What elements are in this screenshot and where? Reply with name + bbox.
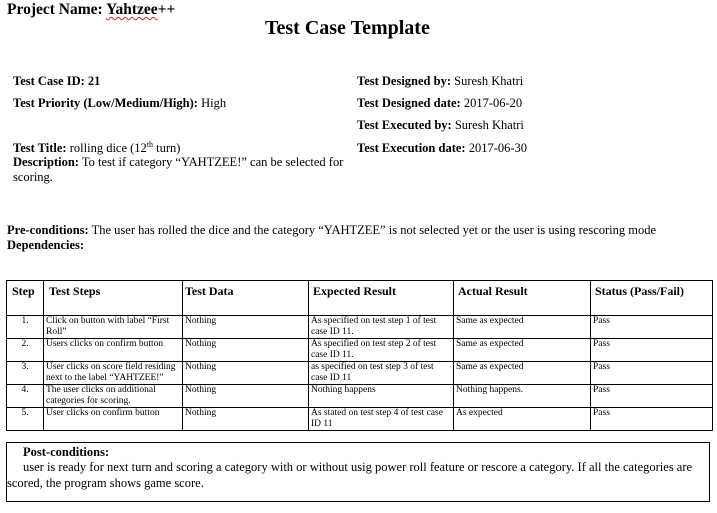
step-action: User clicks on confirm button [43, 407, 183, 431]
execution-date-value: 2017-06-30 [468, 141, 528, 155]
test-priority-value: High [201, 96, 227, 110]
postconditions-label: Post-conditions: [23, 445, 110, 459]
test-title-label: Test Title: [13, 141, 67, 156]
step-actual-result: Same as expected [453, 361, 591, 385]
test-steps-table: Step Test Steps Test Data Expected Resul… [6, 280, 713, 431]
table-row: 2. Users clicks on confirm button Nothin… [6, 338, 713, 362]
step-expected-result: As specified on test step 1 of test case… [308, 315, 454, 339]
dependencies-label: Dependencies: [7, 238, 85, 252]
executed-by-field: Test Executed by: Suresh Khatri [357, 118, 524, 133]
step-status: Pass [590, 407, 713, 431]
preconditions: Pre-conditions: The user has rolled the … [7, 223, 656, 238]
step-test-data: Nothing [182, 407, 309, 431]
header-test-data: Test Data [182, 280, 309, 316]
step-number: 2. [6, 338, 44, 362]
test-case-id-value: 21 [87, 74, 101, 88]
step-action: Users clicks on confirm button [43, 338, 183, 362]
test-title-field: Test Title: rolling dice (12th turn) [13, 140, 180, 156]
step-test-data: Nothing [182, 361, 309, 385]
description-label: Description: [13, 155, 79, 169]
step-actual-result: Nothing happens. [453, 384, 591, 408]
test-priority-field: Test Priority (Low/Medium/High): High [13, 96, 226, 111]
designed-date-label: Test Designed date: [357, 96, 461, 110]
execution-date-label: Test Execution date: [357, 141, 466, 155]
step-expected-result: Nothing happens [308, 384, 454, 408]
header-test-steps: Test Steps [43, 280, 183, 316]
step-actual-result: Same as expected [453, 338, 591, 362]
executed-by-label: Test Executed by: [357, 118, 452, 132]
designed-by-label: Test Designed by: [357, 74, 451, 88]
table-row: 4. The user clicks on additional categor… [6, 384, 713, 408]
document-title: Test Case Template [265, 17, 430, 39]
step-number: 5. [6, 407, 44, 431]
step-expected-result: As stated on test step 4 of test case ID… [308, 407, 454, 431]
step-number: 4. [6, 384, 44, 408]
project-name: Yahtzee [105, 1, 158, 18]
test-title-value-end: turn) [153, 141, 181, 156]
postconditions-box: Post-conditions: user is ready for next … [6, 442, 710, 502]
test-priority-label: Test Priority (Low/Medium/High): [13, 96, 198, 110]
header-actual-result: Actual Result [453, 280, 591, 316]
step-actual-result: Same as expected [453, 315, 591, 339]
test-case-id-label: Test Case ID: [13, 74, 85, 88]
designed-date-field: Test Designed date: 2017-06-20 [357, 96, 522, 111]
designed-by-value: Suresh Khatri [454, 74, 524, 88]
table-row: 3. User clicks on score field residing n… [6, 361, 713, 385]
step-number: 3. [6, 361, 44, 385]
step-number: 1. [6, 315, 44, 339]
project-name-line: Project Name: Yahtzee++ [7, 1, 175, 19]
step-status: Pass [590, 384, 713, 408]
project-name-suffix: ++ [157, 1, 176, 18]
postconditions-text: user is ready for next turn and scoring … [7, 460, 693, 490]
step-test-data: Nothing [182, 384, 309, 408]
step-action: Click on button with label “First Roll” [43, 315, 183, 339]
step-actual-result: As expected [453, 407, 591, 431]
step-expected-result: As specified on test step 2 of test case… [308, 338, 454, 362]
header-status: Status (Pass/Fail) [590, 280, 713, 316]
header-expected-result: Expected Result [308, 280, 454, 316]
execution-date-field: Test Execution date: 2017-06-30 [357, 141, 527, 156]
step-status: Pass [590, 315, 713, 339]
step-expected-result: as specified on test step 3 of test case… [308, 361, 454, 385]
designed-date-value: 2017-06-20 [463, 96, 523, 110]
step-status: Pass [590, 361, 713, 385]
project-label: Project Name: [7, 1, 103, 18]
step-status: Pass [590, 338, 713, 362]
table-header-row: Step Test Steps Test Data Expected Resul… [6, 280, 713, 316]
preconditions-label: Pre-conditions: [7, 223, 89, 237]
executed-by-value: Suresh Khatri [454, 118, 524, 132]
test-title-value-start: rolling dice (12 [69, 141, 147, 156]
preconditions-text: The user has rolled the dice and the cat… [91, 223, 657, 237]
test-case-id-field: Test Case ID: 21 [13, 74, 100, 89]
step-test-data: Nothing [182, 315, 309, 339]
step-action: The user clicks on additional categories… [43, 384, 183, 408]
header-step: Step [6, 280, 44, 316]
step-action: User clicks on score field residing next… [43, 361, 183, 385]
table-row: 1. Click on button with label “First Rol… [6, 315, 713, 339]
designed-by-field: Test Designed by: Suresh Khatri [357, 74, 523, 89]
table-row: 5. User clicks on confirm button Nothing… [6, 407, 713, 431]
step-test-data: Nothing [182, 338, 309, 362]
description-field: Description: To test if category “YAHTZE… [13, 155, 373, 185]
